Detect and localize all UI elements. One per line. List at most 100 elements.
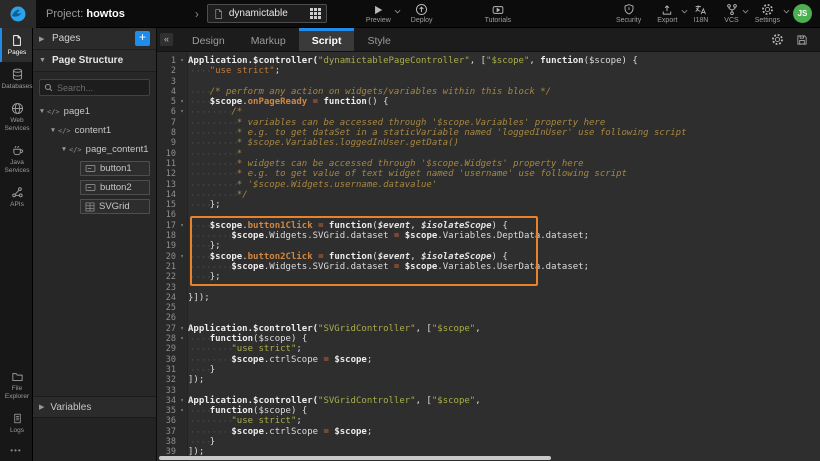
token-pl: .Variables.DeptData.dataset; [437, 231, 589, 241]
tree-item-page_content1[interactable]: ▼</>page_content1 [33, 140, 156, 159]
sidebar-item-java-services[interactable]: Java Services [0, 138, 32, 180]
preview-button[interactable]: Preview [359, 0, 398, 28]
tab-script[interactable]: Script [299, 28, 355, 51]
add-page-button[interactable]: + [135, 31, 150, 46]
code-line[interactable]: 1▾Application.$controller("dynamictableP… [157, 56, 820, 66]
save-icon[interactable] [796, 34, 808, 46]
code-line[interactable]: 38 } [157, 437, 820, 447]
code-line[interactable]: 6▾ /* [157, 107, 820, 117]
token-pl: ) { [492, 252, 508, 262]
code-line[interactable]: 29 "use strict"; [157, 344, 820, 354]
token-kw: function [329, 221, 372, 231]
code-line[interactable]: 21 $scope.Widgets.SVGrid.dataset = $scop… [157, 262, 820, 272]
tutorials-button[interactable]: Tutorials [478, 0, 519, 28]
code-line[interactable]: 5▾ $scope.onPageReady = function() { [157, 97, 820, 107]
script-settings-gear-icon[interactable] [771, 33, 784, 46]
code-line[interactable]: 16 [157, 210, 820, 220]
code-line[interactable]: 17▾ $scope.button1Click = function($even… [157, 221, 820, 231]
tree-item-content1[interactable]: ▼</>content1 [33, 121, 156, 140]
code-line[interactable]: 18 $scope.Widgets.SVGrid.dataset = $scop… [157, 231, 820, 241]
sidebar-item-web-services[interactable]: Web Services [0, 96, 32, 138]
tree-item-SVGrid[interactable]: SVGrid [33, 197, 156, 216]
code-line[interactable]: 11 * widgets can be accessed through '$s… [157, 159, 820, 169]
code-line[interactable]: 32]); [157, 375, 820, 385]
fold-marker-icon[interactable]: ▾ [176, 56, 188, 66]
code-line[interactable]: 10 * [157, 149, 820, 159]
tab-design[interactable]: Design [179, 28, 238, 51]
avatar[interactable]: JS [793, 4, 812, 23]
script-editor[interactable]: 1▾Application.$controller("dynamictableP… [157, 52, 820, 461]
fold-spacer [176, 437, 188, 447]
code-line[interactable]: 22 }; [157, 272, 820, 282]
tree-item-page1[interactable]: ▼</>page1 [33, 102, 156, 121]
fold-marker-icon[interactable]: ▾ [176, 324, 188, 334]
expanded-arrow-icon[interactable]: ▼ [48, 127, 58, 134]
fold-marker-icon[interactable]: ▾ [176, 334, 188, 344]
deploy-button[interactable]: Deploy [404, 0, 440, 28]
topbar-right-actions: SecurityExportI18NVCSSettings [609, 0, 787, 28]
collapsed-arrow-icon: ▶ [39, 35, 46, 43]
token-com: /* perform any action on widgets/variabl… [210, 87, 551, 97]
sidebar-item-logs[interactable]: Logs [0, 406, 32, 440]
code-line[interactable]: 13 * '$scope.Widgets.username.datavalue' [157, 180, 820, 190]
expanded-arrow-icon[interactable]: ▼ [59, 146, 69, 153]
code-line[interactable]: 33 [157, 386, 820, 396]
code-line[interactable]: 25 [157, 303, 820, 313]
code-line[interactable]: 35▾ function($scope) { [157, 406, 820, 416]
code-line[interactable]: 4 /* perform any action on widgets/varia… [157, 87, 820, 97]
page-structure-header[interactable]: ▼ Page Structure [33, 50, 156, 72]
code-line[interactable]: 31 } [157, 365, 820, 375]
code-line[interactable]: 30 $scope.ctrlScope = $scope; [157, 355, 820, 365]
horizontal-scrollbar-thumb[interactable] [159, 456, 551, 460]
security-button[interactable]: Security [609, 0, 648, 28]
code-line[interactable]: 8 * e.g. to get dataSet in a staticVaria… [157, 128, 820, 138]
token-str: "SVGridController" [318, 396, 416, 406]
sidebar-item-pages[interactable]: Pages [0, 28, 32, 62]
vcs-button[interactable]: VCS [717, 0, 745, 28]
code-line[interactable]: 36 "use strict"; [157, 416, 820, 426]
fold-marker-icon[interactable]: ▾ [176, 252, 188, 262]
code-line[interactable]: 3 [157, 77, 820, 87]
code-line[interactable]: 20▾ $scope.button2Click = function($even… [157, 252, 820, 262]
left-icon-rail: PagesDatabasesWeb ServicesJava ServicesA… [0, 28, 33, 461]
fold-marker-icon[interactable]: ▾ [176, 97, 188, 107]
wavemaker-logo[interactable] [0, 0, 36, 28]
fold-marker-icon[interactable]: ▾ [176, 406, 188, 416]
code-line[interactable]: 9 * $scope.Variables.loggedInUser.getDat… [157, 138, 820, 148]
collapse-panel-button[interactable]: « [160, 33, 173, 46]
sidebar-item-apis[interactable]: APIs [0, 180, 32, 214]
export-button[interactable]: Export [650, 0, 684, 28]
collapsed-arrow-icon: ▶ [39, 403, 44, 411]
page-selector-dropdown[interactable]: dynamictable [207, 4, 327, 23]
code-line[interactable]: 7 * variables can be accessed through '$… [157, 118, 820, 128]
code-line[interactable]: 15 }; [157, 200, 820, 210]
settings-button[interactable]: Settings [748, 0, 787, 28]
more-options-button[interactable]: ••• [0, 440, 32, 461]
code-line[interactable]: 12 * e.g. to get value of text widget na… [157, 169, 820, 179]
pages-section-header[interactable]: ▶ Pages + [33, 28, 156, 50]
i18n-button[interactable]: I18N [687, 0, 716, 28]
code-line[interactable]: 28▾ function($scope) { [157, 334, 820, 344]
code-line[interactable]: 24}]); [157, 293, 820, 303]
fold-marker-icon[interactable]: ▾ [176, 396, 188, 406]
fold-marker-icon[interactable]: ▾ [176, 107, 188, 117]
editor-tab-bar: « DesignMarkupScriptStyle [157, 28, 820, 52]
expanded-arrow-icon[interactable]: ▼ [37, 108, 47, 115]
code-line[interactable]: 19 }; [157, 241, 820, 251]
code-line[interactable]: 34▾Application.$controller("SVGridContro… [157, 396, 820, 406]
tree-item-button1[interactable]: button1 [33, 159, 156, 178]
variables-section-header[interactable]: ▶ Variables [33, 396, 156, 418]
code-line[interactable]: 27▾Application.$controller("SVGridContro… [157, 324, 820, 334]
tree-item-button2[interactable]: button2 [33, 178, 156, 197]
code-line[interactable]: 26 [157, 313, 820, 323]
fold-marker-icon[interactable]: ▾ [176, 221, 188, 231]
code-line[interactable]: 23 [157, 283, 820, 293]
search-input[interactable] [57, 83, 145, 93]
code-line[interactable]: 14 */ [157, 190, 820, 200]
tab-markup[interactable]: Markup [238, 28, 299, 51]
sidebar-item-databases[interactable]: Databases [0, 62, 32, 96]
sidebar-item-file-explorer[interactable]: File Explorer [0, 365, 32, 406]
code-line[interactable]: 2 "use strict"; [157, 66, 820, 76]
tab-style[interactable]: Style [354, 28, 403, 51]
code-line[interactable]: 37 $scope.ctrlScope = $scope; [157, 427, 820, 437]
